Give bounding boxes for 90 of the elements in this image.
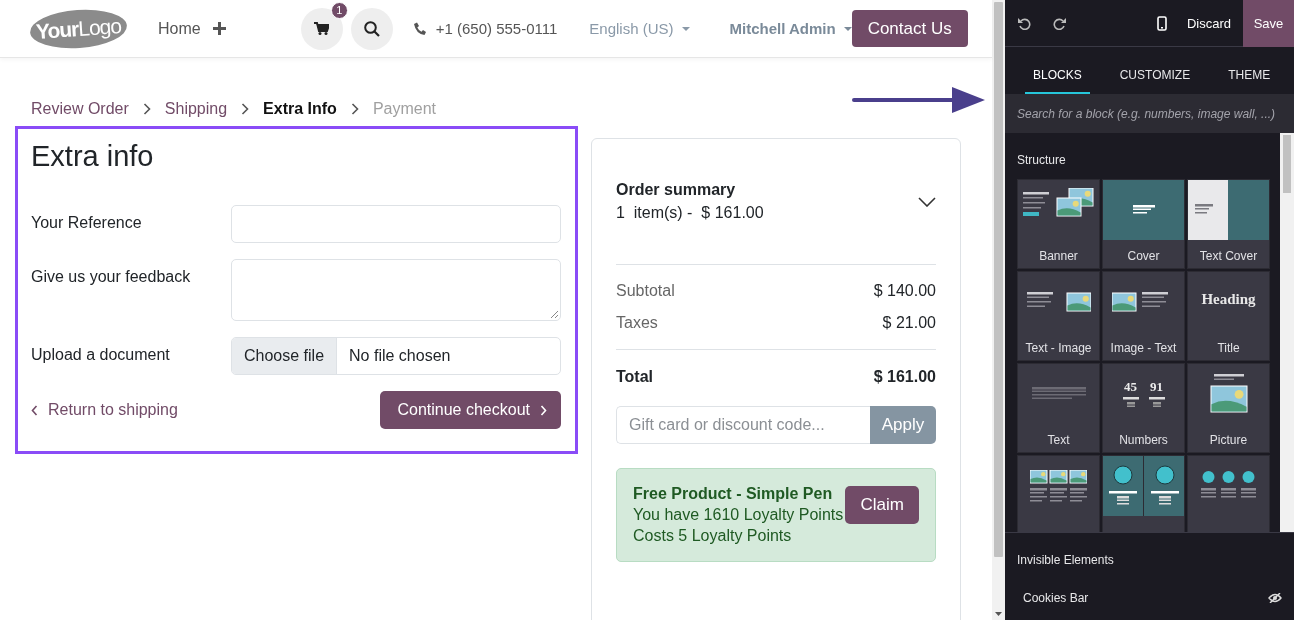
block-label: Banner	[1039, 249, 1078, 263]
discount-code-field[interactable]: Gift card or discount code...	[616, 406, 870, 444]
undo-icon[interactable]	[1018, 16, 1031, 30]
chevron-left-icon	[31, 404, 38, 416]
form-title: Extra info	[31, 140, 155, 173]
chevron-icon	[241, 102, 250, 115]
block-tile[interactable]: Image - Text	[1102, 271, 1185, 361]
phone-number: +1 (650) 555-0111	[435, 20, 558, 37]
block-label: Text Cover	[1199, 249, 1258, 263]
text-lines-icon	[1148, 397, 1165, 409]
layout-preview-drawing	[1208, 374, 1249, 414]
block-tile[interactable]: Cover	[1102, 179, 1185, 269]
reward-text: You have 1610 Loyalty Points	[633, 506, 844, 524]
layout-preview-drawing	[1031, 387, 1086, 401]
redo-icon[interactable]	[1053, 16, 1066, 30]
cart-button[interactable]	[300, 7, 343, 50]
chevron-icon	[142, 102, 151, 115]
block-tile[interactable]: Picture	[1187, 363, 1270, 453]
block-tile[interactable]	[1017, 455, 1100, 532]
panel-tab[interactable]: CUSTOMIZE	[1111, 58, 1199, 94]
block-label: Text	[1047, 433, 1070, 447]
scrollbar[interactable]	[1280, 133, 1294, 532]
block-label: Title	[1217, 341, 1240, 355]
block-tile[interactable]	[1102, 455, 1185, 532]
block-label: Image - Text	[1110, 341, 1177, 355]
block-tile[interactable]: Text - Image	[1017, 271, 1100, 361]
layout-preview-drawing	[1201, 471, 1256, 501]
panel-tab[interactable]: THEME	[1220, 58, 1279, 94]
claim-button[interactable]: Claim	[845, 486, 919, 524]
summary-label: Taxes	[616, 314, 658, 332]
block-tile[interactable]: 45 91 Numbers	[1102, 363, 1185, 453]
block-tile[interactable]	[1187, 455, 1270, 532]
scrollbar[interactable]	[992, 0, 1005, 620]
layout-preview-drawing	[1195, 204, 1213, 216]
block-label: Picture	[1209, 433, 1248, 447]
continue-checkout-button[interactable]: Continue checkout	[380, 391, 561, 429]
resize-grip-icon	[551, 311, 558, 318]
reward-text: Costs 5 Loyalty Points	[633, 527, 793, 545]
section-title: Structure	[1017, 153, 1067, 167]
scroll-down-arrow-icon[interactable]	[995, 612, 1002, 616]
chevron-down-icon[interactable]	[918, 196, 936, 207]
choose-file-button[interactable]: Choose file	[232, 338, 338, 374]
layout-preview-drawing	[1026, 292, 1091, 312]
search-icon	[363, 20, 380, 37]
search-button[interactable]	[350, 7, 393, 50]
block-label: Text - Image	[1025, 341, 1092, 355]
number-preview: 91	[1150, 379, 1163, 395]
input-field[interactable]	[231, 205, 561, 243]
block-label: Numbers	[1119, 433, 1168, 447]
summary-label: Subtotal	[616, 282, 675, 300]
chevron-icon	[350, 102, 359, 115]
plus-icon[interactable]	[212, 22, 226, 35]
summary-amount: $ 21.00	[882, 314, 936, 332]
block-tile[interactable]: Text Cover	[1187, 179, 1270, 269]
block-tile[interactable]: Banner	[1017, 179, 1100, 269]
field-label: Give us your feedback	[31, 267, 192, 286]
field-label: Your Reference	[31, 213, 143, 232]
cart-icon	[314, 22, 330, 35]
phone-icon	[412, 22, 426, 35]
save-button[interactable]: Save	[1243, 0, 1294, 47]
mobile-phone-icon[interactable]	[1156, 15, 1167, 31]
eye-slash-icon[interactable]	[1268, 593, 1282, 603]
field-label: Upload a document	[31, 345, 171, 364]
block-tile[interactable]: Text	[1017, 363, 1100, 453]
summary-title: Order summary	[616, 181, 737, 199]
breadcrumb-link[interactable]: Extra Info	[263, 99, 337, 118]
nav-link[interactable]: Home	[158, 19, 201, 38]
number-preview: 45	[1124, 379, 1137, 395]
breadcrumb-link[interactable]: Review Order	[31, 99, 129, 118]
summary-amount: $ 140.00	[873, 282, 936, 300]
section-title: Invisible Elements	[1017, 553, 1115, 567]
reward-title: Free Product - Simple Pen	[633, 485, 834, 503]
heading-preview: Heading	[1201, 290, 1256, 308]
block-search-field[interactable]: Search for a block (e.g. numbers, image wall, ...)	[1005, 94, 1294, 133]
text-lines-icon	[1122, 397, 1139, 409]
contact-us-button[interactable]: Contact Us	[851, 10, 968, 47]
layout-preview-drawing	[1132, 205, 1155, 215]
discard-button[interactable]: Discard	[1186, 15, 1243, 31]
cart-count-badge: 1	[330, 1, 348, 19]
block-label: Cover	[1127, 249, 1160, 263]
chevron-icon	[540, 404, 547, 416]
file-status: No file chosen	[348, 346, 452, 366]
invisible-element-label: Cookies Bar	[1023, 591, 1089, 605]
total-label: Total	[616, 368, 654, 386]
total-amount: $ 161.00	[873, 368, 936, 386]
item-count: 1 item(s) - $ 161.00	[616, 204, 764, 222]
file-input[interactable]: Choose file No file chosen	[231, 337, 561, 375]
layout-preview-drawing	[1030, 470, 1087, 502]
block-tile[interactable]: Heading Title	[1187, 271, 1270, 361]
breadcrumb-link[interactable]: Shipping	[164, 99, 228, 118]
